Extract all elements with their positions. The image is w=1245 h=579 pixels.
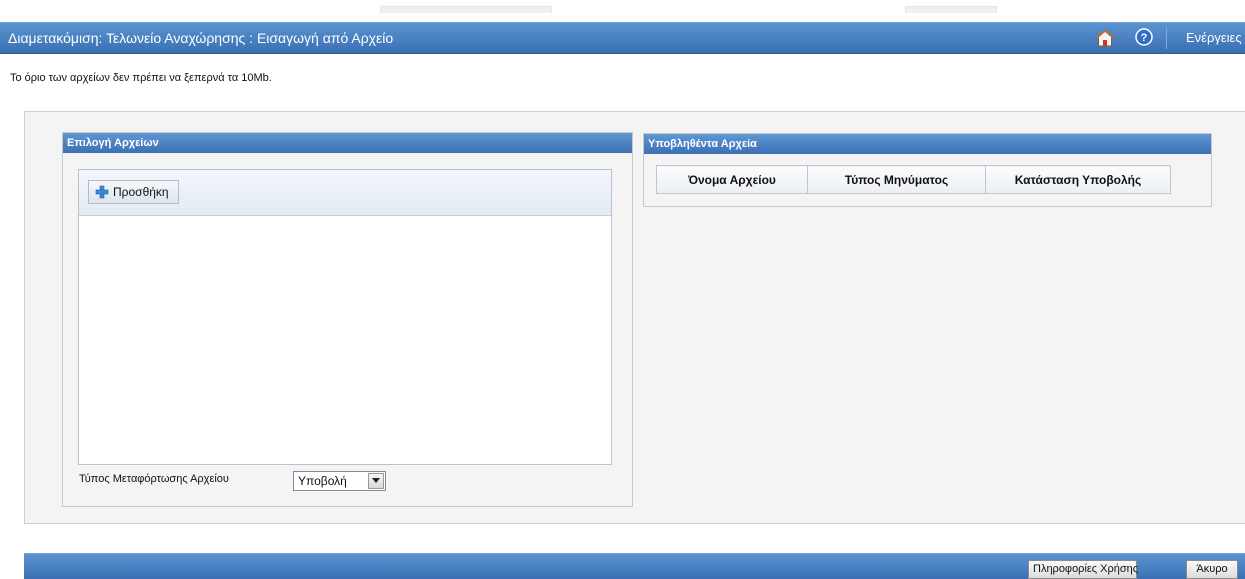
upload-type-label: Τύπος Μεταφόρτωσης Αρχείου [79,473,229,485]
page-title: Διαμετακόμιση: Τελωνείο Αναχώρησης : Εισ… [8,30,394,46]
file-size-notice: Το όριο των αρχείων δεν πρέπει να ξεπερν… [10,72,272,84]
file-selection-header: Επιλογή Αρχείων [63,133,632,153]
column-header-file-name[interactable]: Όνομα Αρχείου [656,165,808,194]
actions-menu[interactable]: Ενέργειες [1186,30,1242,45]
add-file-button[interactable]: Προσθήκη [88,180,179,204]
home-icon[interactable] [1094,28,1116,48]
upload-type-value: Υποβολή [298,474,347,488]
browser-tab-strip [0,0,1245,13]
upload-type-select[interactable]: Υποβολή [293,471,386,491]
usage-info-button[interactable]: Πληροφορίες Χρήσης [1028,560,1138,579]
table-header-row: Όνομα Αρχείου Τύπος Μηνύματος Κατάσταση … [656,165,1171,194]
add-file-label: Προσθήκη [113,185,169,199]
dropdown-arrow-icon[interactable] [368,473,384,489]
file-list-box: Προσθήκη [78,169,612,465]
title-bar: Διαμετακόμιση: Τελωνείο Αναχώρησης : Εισ… [0,22,1245,54]
file-selection-panel: Επιλογή Αρχείων Προσθήκη Τύπος Μεταφόρτω… [62,132,633,507]
submitted-files-panel: Υποβληθέντα Αρχεία Όνομα Αρχείου Τύπος Μ… [643,133,1212,207]
cancel-button[interactable]: Άκυρο [1186,560,1238,579]
submitted-files-header: Υποβληθέντα Αρχεία [644,134,1211,154]
column-header-submission-status[interactable]: Κατάσταση Υποβολής [985,165,1171,194]
file-toolbar: Προσθήκη [79,170,611,216]
submitted-files-table: Όνομα Αρχείου Τύπος Μηνύματος Κατάσταση … [656,165,1171,194]
column-header-message-type[interactable]: Τύπος Μηνύματος [807,165,986,194]
help-icon[interactable]: ? [1135,28,1153,46]
title-separator [1166,27,1167,49]
page: Διαμετακόμιση: Τελωνείο Αναχώρησης : Εισ… [0,0,1245,579]
svg-text:?: ? [1141,32,1148,44]
plus-icon [95,185,109,199]
